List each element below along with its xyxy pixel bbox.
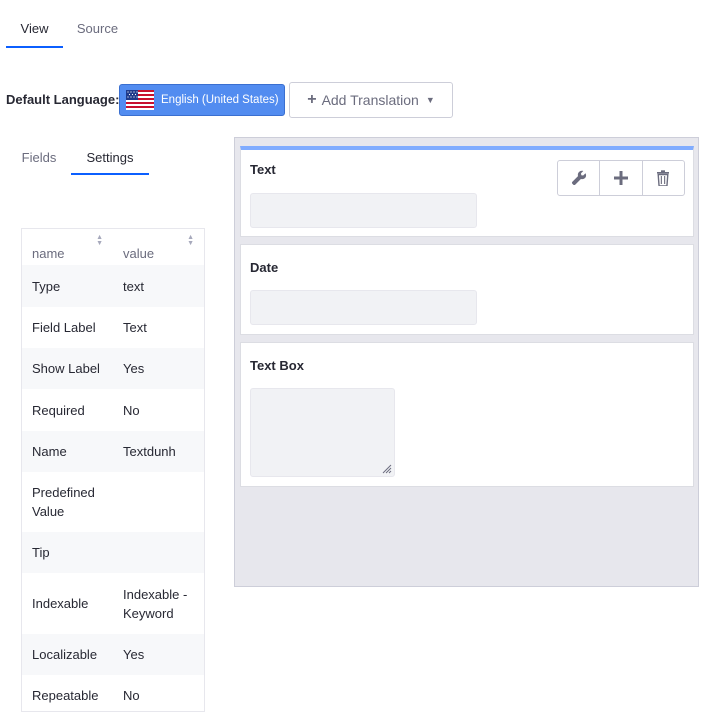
row-value (113, 472, 204, 532)
form-canvas: Text Date Text Box (234, 137, 699, 587)
table-row[interactable]: Field Label Text (22, 307, 204, 348)
date-input[interactable] (250, 290, 477, 325)
field-toolbar (557, 160, 685, 196)
table-row[interactable]: Localizable Yes (22, 634, 204, 675)
tab-view[interactable]: View (6, 10, 63, 48)
add-translation-button[interactable]: + Add Translation ▼ (289, 82, 453, 118)
table-row[interactable]: Repeatable No (22, 675, 204, 716)
form-field-text[interactable]: Text (240, 146, 694, 237)
tab-source[interactable]: Source (70, 10, 125, 48)
tab-settings[interactable]: Settings (71, 141, 149, 175)
caret-down-icon: ▼ (425, 95, 435, 105)
row-name: Repeatable (32, 688, 99, 703)
table-row[interactable]: Type text (22, 265, 204, 307)
row-value: No (123, 402, 140, 418)
form-field-date[interactable]: Date (240, 244, 694, 335)
row-value: Text (123, 320, 147, 335)
resize-handle-icon[interactable] (382, 464, 392, 474)
field-label: Text Box (250, 358, 304, 373)
us-flag-icon (126, 90, 154, 110)
row-value: Textdunh (113, 431, 204, 472)
row-name: Localizable (22, 634, 113, 675)
column-header-name[interactable]: name ▲ ▼ (22, 229, 113, 265)
plus-icon: + (307, 91, 317, 108)
trash-icon (657, 170, 670, 186)
add-translation-label: Add Translation (321, 92, 419, 108)
default-language-value: English (United States) (161, 94, 279, 106)
field-label: Date (250, 260, 279, 275)
row-name: Predefined Value (32, 485, 95, 519)
table-row[interactable]: Indexable Indexable - Keyword (22, 573, 204, 634)
row-value: Yes (113, 634, 204, 675)
row-value: text (113, 265, 204, 307)
sort-icon: ▲ ▼ (187, 234, 194, 247)
row-name: Name (22, 431, 113, 472)
table-row[interactable]: Predefined Value (22, 472, 204, 532)
delete-field-button[interactable] (643, 161, 684, 195)
text-box-input[interactable] (250, 388, 395, 477)
column-header-value[interactable]: value ▲ ▼ (113, 229, 204, 265)
row-name: Field Label (32, 320, 96, 335)
row-value: Indexable - Keyword (123, 586, 188, 621)
row-name: Show Label (22, 348, 113, 389)
row-value: No (123, 688, 140, 703)
row-value: Yes (113, 348, 204, 389)
sort-icon: ▲ ▼ (96, 234, 103, 247)
form-field-text-box[interactable]: Text Box (240, 342, 694, 487)
wrench-icon (571, 170, 586, 186)
default-language-button[interactable]: English (United States) (119, 84, 285, 116)
table-row[interactable]: Required No (22, 389, 204, 431)
row-name: Type (22, 265, 113, 307)
row-name: Required (32, 402, 85, 418)
default-language-label: Default Language: (6, 92, 120, 107)
table-row[interactable]: Name Textdunh (22, 431, 204, 472)
table-row[interactable]: Show Label Yes (22, 348, 204, 389)
field-label: Text (250, 162, 276, 177)
settings-table: name ▲ ▼ value ▲ ▼ Type text Field Label Tex… (21, 228, 205, 712)
duplicate-field-button[interactable] (600, 161, 643, 195)
tab-fields[interactable]: Fields (21, 141, 57, 175)
row-name: Indexable (32, 596, 89, 611)
plus-icon (613, 171, 628, 185)
row-name: Tip (22, 532, 113, 573)
edit-field-button[interactable] (558, 161, 601, 195)
text-input[interactable] (250, 193, 477, 228)
table-row[interactable]: Tip (22, 532, 204, 573)
row-value (113, 532, 204, 573)
